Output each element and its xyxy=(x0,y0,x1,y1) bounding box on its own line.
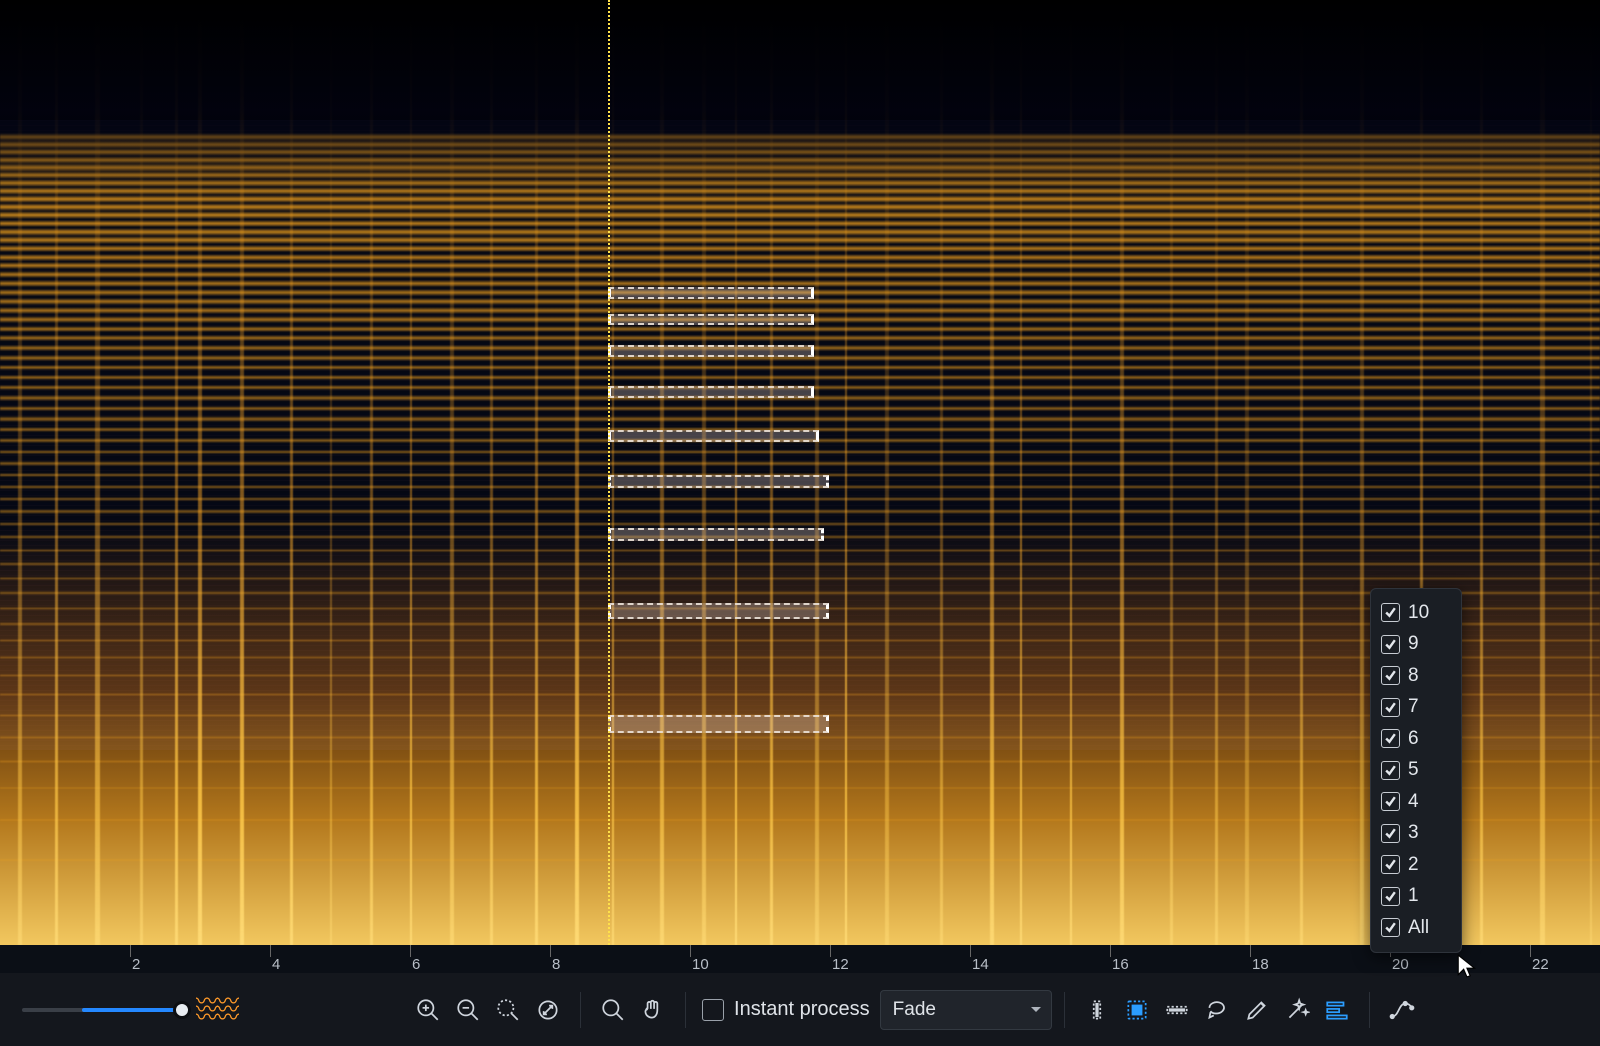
harmonics-item-label: 2 xyxy=(1408,854,1419,876)
ruler-tick xyxy=(550,945,551,957)
spectrogram-view[interactable] xyxy=(0,0,1600,945)
harmonic-selection[interactable] xyxy=(608,287,814,299)
checkbox-icon[interactable] xyxy=(1381,635,1400,654)
ruler-tick xyxy=(690,945,691,957)
checkbox-icon[interactable] xyxy=(1381,761,1400,780)
zoom-in-icon[interactable] xyxy=(408,990,448,1030)
harmonics-popup-item[interactable]: 3 xyxy=(1381,818,1451,850)
bottom-toolbar: 〰〰〰〰〰〰 Instant process Fade xyxy=(0,973,1600,1046)
harmonics-item-label: 4 xyxy=(1408,791,1419,813)
harmonics-popup-item[interactable]: All xyxy=(1381,912,1451,944)
separator xyxy=(580,992,581,1028)
checkbox-icon[interactable] xyxy=(1381,887,1400,906)
separator xyxy=(1064,992,1065,1028)
lasso-tool-icon[interactable] xyxy=(1197,990,1237,1030)
ruler-tick xyxy=(410,945,411,957)
time-selection-icon[interactable] xyxy=(1077,990,1117,1030)
harmonics-item-label: 10 xyxy=(1408,602,1429,624)
harmonic-selection-icon[interactable] xyxy=(1317,990,1357,1030)
harmonic-selection[interactable] xyxy=(608,715,829,733)
checkbox-icon[interactable] xyxy=(1381,792,1400,811)
ruler-tick xyxy=(970,945,971,957)
process-dropdown[interactable]: Fade xyxy=(880,990,1052,1030)
harmonics-item-label: 3 xyxy=(1408,822,1419,844)
harmonics-popup-item[interactable]: 8 xyxy=(1381,660,1451,692)
harmonics-popup-item[interactable]: 1 xyxy=(1381,881,1451,913)
frequency-selection-icon[interactable] xyxy=(1157,990,1197,1030)
harmonics-popup-item[interactable]: 6 xyxy=(1381,723,1451,755)
ruler-label: 22 xyxy=(1532,956,1549,973)
harmonics-popup-item[interactable]: 9 xyxy=(1381,629,1451,661)
separator xyxy=(685,992,686,1028)
ruler-label: 2 xyxy=(132,956,140,973)
harmonics-popup-item[interactable]: 10 xyxy=(1381,597,1451,629)
zoom-tool-icon[interactable] xyxy=(593,990,633,1030)
ruler-tick xyxy=(1250,945,1251,957)
ruler-tick xyxy=(1530,945,1531,957)
zoom-fit-icon[interactable] xyxy=(528,990,568,1030)
hand-tool-icon[interactable] xyxy=(633,990,673,1030)
ruler-label: 18 xyxy=(1252,956,1269,973)
instant-process-label: Instant process xyxy=(734,998,870,1021)
playhead[interactable] xyxy=(608,0,610,945)
harmonics-popup-item[interactable]: 5 xyxy=(1381,755,1451,787)
ruler-label: 10 xyxy=(692,956,709,973)
harmonic-selection[interactable] xyxy=(608,386,814,398)
rectangle-selection-icon[interactable] xyxy=(1117,990,1157,1030)
harmonics-item-label: All xyxy=(1408,917,1429,939)
harmonics-popup-item[interactable]: 2 xyxy=(1381,849,1451,881)
harmonics-item-label: 7 xyxy=(1408,696,1419,718)
harmonics-item-label: 1 xyxy=(1408,885,1419,907)
ruler-label: 8 xyxy=(552,956,560,973)
ruler-label: 4 xyxy=(272,956,280,973)
checkbox-icon[interactable] xyxy=(1381,918,1400,937)
brush-tool-icon[interactable] xyxy=(1237,990,1277,1030)
instant-process-checkbox[interactable] xyxy=(702,999,724,1021)
checkbox-icon[interactable] xyxy=(1381,698,1400,717)
harmonics-item-label: 8 xyxy=(1408,665,1419,687)
harmonic-selection[interactable] xyxy=(608,314,814,325)
checkbox-icon[interactable] xyxy=(1381,824,1400,843)
top-fade xyxy=(0,0,1600,200)
magic-wand-icon[interactable] xyxy=(1277,990,1317,1030)
harmonics-popup-item[interactable]: 4 xyxy=(1381,786,1451,818)
checkbox-icon[interactable] xyxy=(1381,729,1400,748)
harmonic-selection[interactable] xyxy=(608,528,824,541)
harmonics-item-label: 6 xyxy=(1408,728,1419,750)
ruler-tick xyxy=(1110,945,1111,957)
harmonics-popup[interactable]: 10 9 8 7 6 5 4 3 2 1 All xyxy=(1370,588,1462,953)
ruler-label: 20 xyxy=(1392,956,1409,973)
checkbox-icon[interactable] xyxy=(1381,666,1400,685)
zoom-out-icon[interactable] xyxy=(448,990,488,1030)
zoom-slider[interactable] xyxy=(22,1008,182,1012)
ruler-label: 12 xyxy=(832,956,849,973)
harmonic-selection[interactable] xyxy=(608,475,829,488)
checkbox-icon[interactable] xyxy=(1381,855,1400,874)
ruler-tick xyxy=(130,945,131,957)
harmonic-selection[interactable] xyxy=(608,345,814,357)
ruler-label: 14 xyxy=(972,956,989,973)
harmonics-item-label: 5 xyxy=(1408,759,1419,781)
zoom-slider-fill xyxy=(82,1008,182,1012)
ruler-tick xyxy=(830,945,831,957)
process-dropdown-value: Fade xyxy=(893,999,936,1021)
zoom-slider-knob[interactable] xyxy=(173,1001,191,1019)
spectrogram-mode-icon[interactable]: 〰〰〰〰〰〰 xyxy=(196,998,238,1022)
harmonics-item-label: 9 xyxy=(1408,633,1419,655)
harmonic-selection[interactable] xyxy=(608,603,829,619)
separator xyxy=(1369,992,1370,1028)
curve-tool-icon[interactable] xyxy=(1382,990,1422,1030)
ruler-label: 6 xyxy=(412,956,420,973)
ruler-tick xyxy=(270,945,271,957)
harmonic-selection[interactable] xyxy=(608,430,819,442)
checkbox-icon[interactable] xyxy=(1381,603,1400,622)
time-ruler[interactable]: 2 4 6 8 10 12 14 16 18 20 22 xyxy=(0,945,1600,973)
harmonics-popup-item[interactable]: 7 xyxy=(1381,692,1451,724)
zoom-selection-icon[interactable] xyxy=(488,990,528,1030)
ruler-label: 16 xyxy=(1112,956,1129,973)
